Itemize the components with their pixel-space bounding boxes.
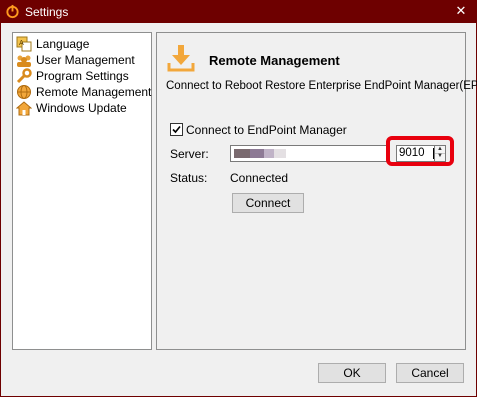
connect-epm-label: Connect to EndPoint Manager: [186, 123, 347, 137]
wrench-icon: [16, 68, 32, 84]
users-icon: [17, 55, 31, 67]
redacted-block: [264, 149, 274, 158]
redacted-block: [250, 149, 264, 158]
redacted-block: [274, 149, 286, 158]
sidebar-item-label: Language: [36, 37, 90, 51]
port-value: 9010: [399, 147, 425, 159]
server-label: Server:: [170, 147, 209, 161]
close-icon[interactable]: ✕: [451, 2, 471, 20]
remote-management-panel: Remote Management Connect to Reboot Rest…: [156, 32, 477, 350]
connect-epm-checkbox[interactable]: [170, 123, 183, 136]
panel-title: Remote Management: [209, 53, 340, 68]
home-icon: [16, 101, 32, 116]
redacted-block: [234, 149, 250, 158]
settings-dialog: A Language User Management Program Setti…: [0, 23, 477, 397]
port-spinner[interactable]: ▲ ▼: [434, 145, 446, 162]
title-bar: Settings ✕: [0, 0, 477, 23]
server-input[interactable]: [230, 145, 387, 162]
connect-button[interactable]: Connect: [232, 193, 304, 213]
ok-button[interactable]: OK: [318, 363, 386, 383]
checkmark-icon: [172, 125, 181, 134]
panel-description: Connect to Reboot Restore Enterprise End…: [166, 80, 477, 92]
sidebar-item-label: Remote Management: [36, 85, 152, 99]
status-value: Connected: [230, 171, 289, 185]
power-icon: [6, 4, 19, 19]
sidebar-item-label: User Management: [36, 53, 135, 67]
download-icon: [167, 45, 195, 72]
status-label: Status:: [170, 171, 208, 185]
spin-down-icon[interactable]: ▼: [435, 153, 445, 160]
sidebar: A Language User Management Program Setti…: [12, 32, 152, 350]
globe-icon: [17, 85, 31, 99]
language-icon: A: [16, 36, 32, 52]
port-input[interactable]: 9010: [396, 145, 436, 162]
sidebar-item-label: Program Settings: [36, 69, 129, 83]
sidebar-item-label: Windows Update: [36, 101, 127, 115]
cancel-button[interactable]: Cancel: [396, 363, 464, 383]
window-title: Settings: [25, 5, 69, 19]
svg-text:A: A: [19, 39, 24, 47]
